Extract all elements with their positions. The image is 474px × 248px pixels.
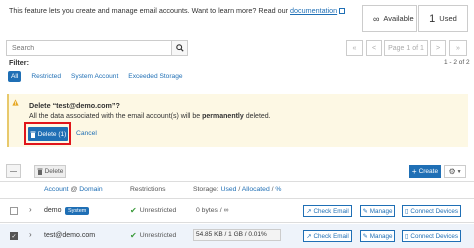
page-indicator: Page 1 of 1	[384, 40, 428, 56]
check-email-button[interactable]: ↗ Check Email	[303, 205, 352, 217]
last-page-button[interactable]: »	[449, 40, 467, 56]
result-count: 1 - 2 of 2	[444, 59, 470, 66]
filter-system-account[interactable]: System Account	[71, 73, 118, 80]
documentation-link[interactable]: documentation	[290, 6, 337, 15]
create-label: Create	[418, 168, 439, 175]
table-row: › demo System ✔ Unrestricted 0 bytes / ∞ …	[0, 201, 474, 221]
trash-icon	[37, 168, 43, 175]
intro-description: This feature lets you create and manage …	[9, 6, 290, 15]
search-box	[6, 40, 188, 56]
intro-text: This feature lets you create and manage …	[9, 6, 346, 15]
external-link-icon: ↗	[306, 207, 312, 215]
infinity-icon: ∞	[373, 13, 380, 24]
search-button[interactable]	[171, 41, 187, 55]
pagination: « < Page 1 of 1 > »	[346, 40, 467, 56]
used-stat: 1 Used	[418, 5, 468, 32]
caret-down-icon: ▼	[456, 168, 462, 175]
gear-icon: ⚙	[448, 167, 456, 176]
next-page-button[interactable]: >	[430, 40, 446, 56]
row-checkbox[interactable]	[10, 207, 18, 215]
manage-button[interactable]: ✎ Manage	[360, 205, 395, 217]
first-page-button[interactable]: «	[346, 40, 363, 56]
storage-progress-bar: 54.85 KB / 1 GB / 0.01%	[193, 229, 281, 241]
table-header-border	[0, 198, 474, 199]
used-count: 1	[429, 12, 436, 25]
search-icon	[175, 44, 184, 52]
used-label: Used	[439, 14, 457, 23]
filter-all[interactable]: All	[8, 71, 22, 82]
available-label: Available	[383, 14, 414, 23]
external-link-icon	[339, 8, 346, 15]
filter-options: All Restricted System Account Exceeded S…	[8, 71, 183, 82]
restriction-status: ✔ Unrestricted	[130, 206, 177, 215]
select-all-checkbox[interactable]	[6, 164, 21, 178]
minus-icon	[10, 171, 17, 172]
confirm-delete-label: Delete (1)	[37, 130, 67, 138]
connect-devices-button[interactable]: ▯ Connect Devices	[402, 205, 461, 217]
restriction-status: ✔ Unrestricted	[130, 231, 177, 240]
settings-dropdown[interactable]: ⚙ ▼	[444, 165, 466, 178]
system-badge: System	[65, 207, 90, 215]
cancel-link[interactable]: Cancel	[76, 130, 97, 137]
available-stat: ∞ Available	[362, 5, 417, 32]
create-button[interactable]: + Create	[409, 165, 441, 178]
manage-button[interactable]: ✎ Manage	[360, 230, 395, 242]
mobile-icon: ▯	[404, 232, 409, 240]
delete-confirmation-title: Delete “test@demo.com”?	[29, 101, 120, 110]
chevron-right-icon[interactable]: ›	[29, 205, 32, 214]
row-divider	[0, 222, 474, 223]
bulk-delete-button[interactable]: Delete	[34, 165, 66, 178]
storage-column-header[interactable]: Storage: Used / Allocated / %	[193, 186, 281, 193]
storage-value: 0 bytes / ∞	[196, 207, 229, 214]
chevron-right-icon[interactable]: ›	[29, 230, 32, 239]
wrench-icon: ✎	[362, 207, 368, 215]
external-link-icon: ↗	[306, 232, 312, 240]
restrictions-column-header: Restrictions	[130, 186, 166, 193]
connect-devices-button[interactable]: ▯ Connect Devices	[402, 230, 461, 242]
prev-page-button[interactable]: <	[366, 40, 382, 56]
plus-icon: +	[411, 167, 417, 176]
account-column-header[interactable]: Account @ Domain	[44, 186, 103, 193]
table-top-border	[0, 181, 474, 182]
filter-label: Filter:	[9, 58, 29, 67]
bulk-delete-label: Delete	[44, 168, 64, 175]
check-icon: ✔	[130, 206, 137, 215]
wrench-icon: ✎	[362, 232, 368, 240]
filter-restricted[interactable]: Restricted	[31, 73, 61, 80]
warning-icon	[12, 99, 19, 106]
check-email-button[interactable]: ↗ Check Email	[303, 230, 352, 242]
trash-icon	[30, 131, 36, 138]
table-row: ✓ › test@demo.com ✔ Unrestricted 54.85 KB…	[0, 224, 474, 248]
mobile-icon: ▯	[404, 207, 409, 215]
filter-exceeded-storage[interactable]: Exceeded Storage	[128, 73, 182, 80]
row-checkbox[interactable]: ✓	[10, 232, 18, 240]
account-name: test@demo.com	[44, 232, 96, 239]
search-input[interactable]	[7, 41, 171, 55]
confirm-delete-button[interactable]: Delete (1)	[28, 127, 68, 141]
delete-confirmation-text: All the data associated with the email a…	[29, 113, 271, 120]
check-icon: ✔	[130, 231, 137, 240]
storage-value: 54.85 KB / 1 GB / 0.01%	[196, 231, 267, 238]
account-name: demo	[44, 207, 62, 214]
